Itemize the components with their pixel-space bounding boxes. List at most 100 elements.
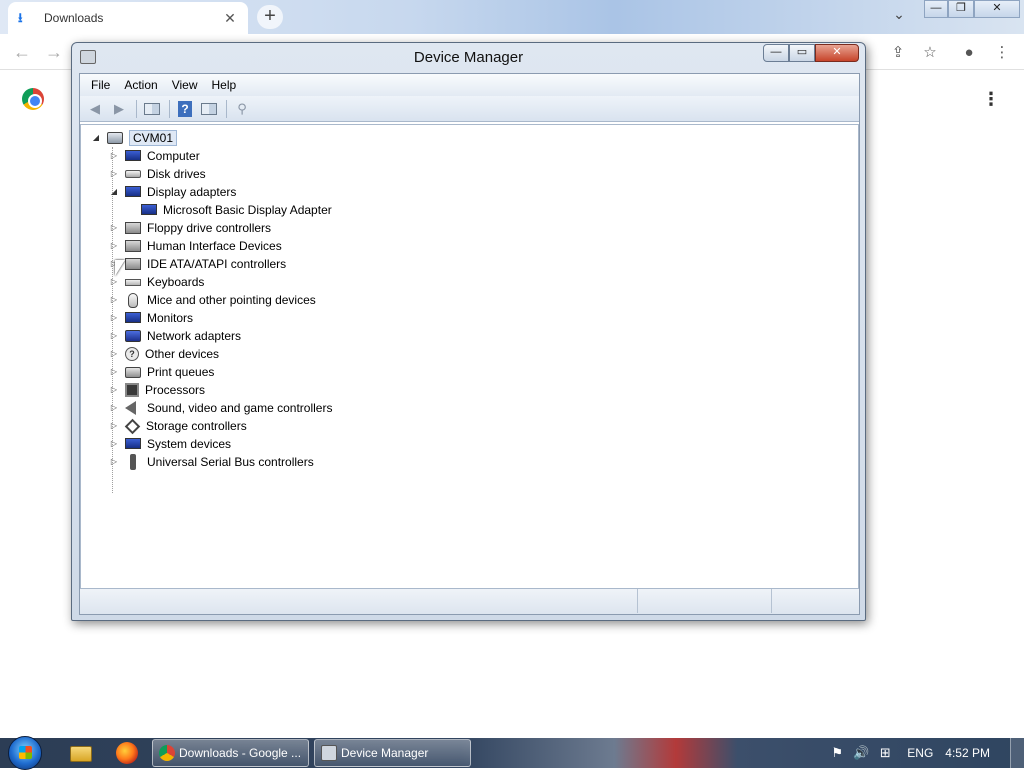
taskbar-item-chrome[interactable]: Downloads - Google ... xyxy=(152,739,309,767)
taskbar-item-label: Device Manager xyxy=(341,746,429,760)
share-icon[interactable]: ⇪ xyxy=(887,42,909,64)
start-button[interactable] xyxy=(8,736,42,770)
tree-root-label: CVM01 xyxy=(129,130,178,146)
taskbar: Downloads - Google ... Device Manager ⚑ … xyxy=(0,736,1024,770)
computer-icon xyxy=(125,149,141,161)
expander-collapsed-icon[interactable]: ▷ xyxy=(109,151,119,161)
tree-item-usb-controllers[interactable]: ▷ Universal Serial Bus controllers xyxy=(109,453,314,471)
tree-item-label: Floppy drive controllers xyxy=(147,221,272,235)
browser-restore-button[interactable]: ❐ xyxy=(948,0,974,18)
firefox-icon[interactable] xyxy=(116,742,138,764)
show-action-pane-icon[interactable] xyxy=(198,99,220,119)
dm-maximize-button[interactable]: ▭ xyxy=(789,44,815,62)
expander-collapsed-icon[interactable]: ▷ xyxy=(109,385,119,395)
expander-collapsed-icon[interactable]: ▷ xyxy=(109,169,119,179)
help-icon[interactable]: ? xyxy=(174,99,196,119)
tree-item-other-devices[interactable]: ▷ ? Other devices xyxy=(109,345,219,363)
tree-root[interactable]: ◢ CVM01 xyxy=(91,129,178,147)
show-desktop-button[interactable] xyxy=(1010,738,1024,768)
menu-action[interactable]: Action xyxy=(117,78,164,92)
expander-collapsed-icon[interactable]: ▷ xyxy=(109,457,119,467)
action-center-flag-icon[interactable]: ⚑ xyxy=(828,744,846,762)
browser-tabstrip: ⭳ Downloads ✕ + ⌄ — ❐ ✕ xyxy=(0,0,1024,34)
menu-help[interactable]: Help xyxy=(205,78,244,92)
tree-item-disk-drives[interactable]: ▷ Disk drives xyxy=(109,165,206,183)
tab-title: Downloads xyxy=(44,11,104,25)
display-adapter-icon xyxy=(125,185,141,197)
tab-close-icon[interactable]: ✕ xyxy=(222,10,238,27)
tab-search-icon[interactable]: ⌄ xyxy=(888,6,910,26)
mouse-icon xyxy=(128,292,138,308)
expander-collapsed-icon[interactable]: ▷ xyxy=(109,421,119,431)
clock[interactable]: 4:52 PM xyxy=(945,746,990,760)
tree-item-label: Display adapters xyxy=(147,185,237,199)
browser-close-button[interactable]: ✕ xyxy=(974,0,1020,18)
tree-item-display-adapters[interactable]: ◢ Display adapters xyxy=(109,183,236,201)
dm-menubar: File Action View Help xyxy=(80,74,859,96)
tree-item-label: IDE ATA/ATAPI controllers xyxy=(147,257,287,271)
forward-arrow-icon[interactable]: ▶ xyxy=(108,99,130,119)
system-tray: ⚑ 🔊 ⊞ ENG 4:52 PM xyxy=(825,738,1024,768)
dm-status-bar xyxy=(80,588,859,614)
page-menu-icon[interactable]: ⋮ xyxy=(982,88,1000,110)
tree-item-network-adapters[interactable]: ▷ Network adapters xyxy=(109,327,241,345)
tree-item-sound-video-game[interactable]: ▷ Sound, video and game controllers xyxy=(109,399,332,417)
expander-expanded-icon[interactable]: ◢ xyxy=(91,133,101,143)
expander-expanded-icon[interactable]: ◢ xyxy=(109,187,119,197)
star-icon[interactable]: ☆ xyxy=(919,42,941,64)
expander-collapsed-icon[interactable]: ▷ xyxy=(109,439,119,449)
tree-item-system-devices[interactable]: ▷ System devices xyxy=(109,435,231,453)
tree-item-floppy-drive-controllers[interactable]: ▷ Floppy drive controllers xyxy=(109,219,271,237)
tab-downloads[interactable]: ⭳ Downloads ✕ xyxy=(8,2,248,34)
tree-item-label: Mice and other pointing devices xyxy=(147,293,316,307)
back-arrow-icon[interactable]: ◀ xyxy=(84,99,106,119)
expander-collapsed-icon[interactable]: ▷ xyxy=(109,295,119,305)
tree-item-ide-ata-atapi-controllers[interactable]: ▷ IDE ATA/ATAPI controllers xyxy=(109,255,286,273)
status-cell xyxy=(638,589,772,613)
expander-collapsed-icon[interactable]: ▷ xyxy=(109,403,119,413)
expander-collapsed-icon[interactable]: ▷ xyxy=(109,367,119,377)
tree-item-print-queues[interactable]: ▷ Print queues xyxy=(109,363,214,381)
back-icon[interactable]: ← xyxy=(12,42,32,62)
expander-collapsed-icon[interactable]: ▷ xyxy=(109,277,119,287)
explorer-icon[interactable] xyxy=(70,746,92,762)
device-tree: ◢ CVM01 ▷ Computer ▷ Disk drives ◢ Displ… xyxy=(80,124,859,588)
tree-item-microsoft-basic-display-adapter[interactable]: Microsoft Basic Display Adapter xyxy=(141,201,332,219)
tree-item-mice[interactable]: ▷ Mice and other pointing devices xyxy=(109,291,316,309)
dm-titlebar[interactable]: Device Manager — ▭ ✕ xyxy=(72,43,865,73)
expander-collapsed-icon[interactable]: ▷ xyxy=(109,331,119,341)
tree-item-human-interface-devices[interactable]: ▷ Human Interface Devices xyxy=(109,237,282,255)
new-tab-button[interactable]: + xyxy=(257,5,283,29)
profile-icon[interactable]: ● xyxy=(958,42,980,64)
show-hide-console-tree-icon[interactable] xyxy=(141,99,163,119)
expander-collapsed-icon[interactable]: ▷ xyxy=(109,313,119,323)
tree-item-label: Other devices xyxy=(145,347,220,361)
status-cell xyxy=(772,589,858,613)
volume-icon[interactable]: 🔊 xyxy=(852,744,870,762)
dm-close-button[interactable]: ✕ xyxy=(815,44,859,62)
tree-item-storage-controllers[interactable]: ▷ Storage controllers xyxy=(109,417,247,435)
storage-controller-icon xyxy=(124,418,141,434)
browser-minimize-button[interactable]: — xyxy=(924,0,948,18)
processor-icon xyxy=(125,383,139,397)
taskbar-item-device-manager[interactable]: Device Manager xyxy=(314,739,471,767)
tree-item-label: Monitors xyxy=(147,311,194,325)
language-indicator[interactable]: ENG xyxy=(907,746,933,760)
tree-item-label: Universal Serial Bus controllers xyxy=(147,455,314,469)
forward-icon[interactable]: → xyxy=(44,42,64,62)
download-icon: ⭳ xyxy=(18,10,23,25)
scan-hardware-icon[interactable]: ⚲ xyxy=(231,99,253,119)
tree-item-monitors[interactable]: ▷ Monitors xyxy=(109,309,193,327)
tree-item-computer[interactable]: ▷ Computer xyxy=(109,147,200,165)
dm-minimize-button[interactable]: — xyxy=(763,44,789,62)
menu-view[interactable]: View xyxy=(165,78,205,92)
device-manager-window: Device Manager — ▭ ✕ File Action View He… xyxy=(71,42,866,621)
hid-icon xyxy=(125,240,141,252)
expander-collapsed-icon[interactable]: ▷ xyxy=(109,223,119,233)
tree-item-processors[interactable]: ▷ Processors xyxy=(109,381,205,399)
expander-collapsed-icon[interactable]: ▷ xyxy=(109,349,119,359)
expander-collapsed-icon[interactable]: ▷ xyxy=(109,241,119,251)
network-icon[interactable]: ⊞ xyxy=(876,744,894,762)
browser-menu-icon[interactable]: ⋮ xyxy=(991,42,1013,64)
menu-file[interactable]: File xyxy=(84,78,117,92)
